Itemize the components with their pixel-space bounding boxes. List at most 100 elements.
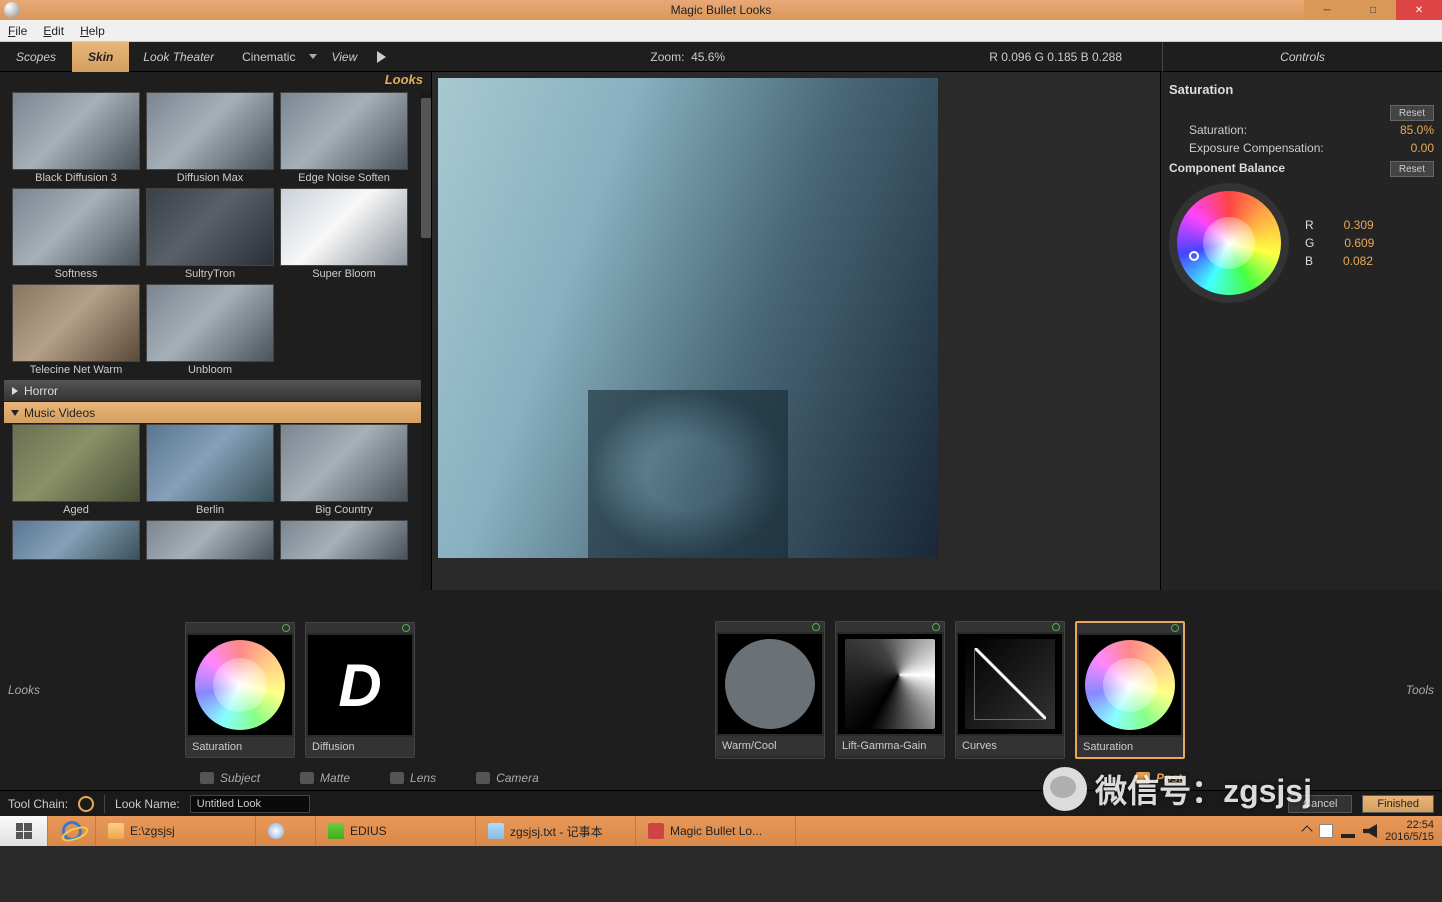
- taskbar-browser[interactable]: [256, 816, 316, 846]
- edius-icon: [328, 823, 344, 839]
- taskbar-clock[interactable]: 22:54 2016/5/15: [1385, 819, 1434, 843]
- look-item[interactable]: Telecine Net Warm: [12, 284, 140, 378]
- lookname-label: Look Name:: [115, 797, 180, 811]
- color-wheel-marker[interactable]: [1189, 251, 1199, 261]
- power-icon[interactable]: [1052, 623, 1060, 631]
- chevron-right-icon: [12, 387, 18, 395]
- lens-icon: [390, 772, 404, 784]
- stage-lens[interactable]: Lens: [390, 771, 436, 785]
- look-item[interactable]: [146, 520, 274, 560]
- power-icon[interactable]: [812, 623, 820, 631]
- maximize-button[interactable]: □: [1350, 0, 1396, 20]
- look-item[interactable]: Big Country: [280, 424, 408, 518]
- chain-item-diffusion[interactable]: D Diffusion: [305, 622, 415, 758]
- stage-post[interactable]: Post: [1136, 771, 1182, 785]
- look-item[interactable]: [280, 520, 408, 560]
- window-title: Magic Bullet Looks: [671, 3, 772, 17]
- color-wheel[interactable]: [1169, 183, 1289, 303]
- saturation-value[interactable]: 85.0%: [1384, 123, 1434, 137]
- exposure-value[interactable]: 0.00: [1384, 141, 1434, 155]
- look-item[interactable]: Edge Noise Soften: [280, 92, 408, 186]
- category-horror[interactable]: Horror: [4, 380, 427, 401]
- category-dropdown[interactable]: Cinematic: [228, 50, 309, 64]
- saturation-label: Saturation:: [1189, 123, 1247, 137]
- balance-rgb-readout: R0.309 G0.609 B0.082: [1305, 183, 1374, 303]
- menu-help[interactable]: Help: [80, 24, 105, 38]
- stage-bar: Subject Matte Lens Camera Post: [0, 766, 1442, 790]
- lookname-input[interactable]: [190, 795, 310, 813]
- window-buttons: ─ □ ✕: [1304, 0, 1442, 20]
- view-label[interactable]: View: [317, 50, 371, 64]
- menubar: File Edit Help: [0, 20, 1442, 42]
- power-icon[interactable]: [932, 623, 940, 631]
- tool-chain: Looks Tools Saturation D Diffusion Warm/…: [0, 590, 1442, 790]
- stage-matte[interactable]: Matte: [300, 771, 350, 785]
- zoom-readout: Zoom: 45.6%: [650, 50, 725, 64]
- taskbar: E:\zgsjsj EDIUS zgsjsj.txt - 记事本 Magic B…: [0, 816, 1442, 846]
- controls-header: Controls: [1162, 42, 1442, 72]
- control-title: Saturation: [1169, 78, 1434, 105]
- tab-scopes[interactable]: Scopes: [0, 42, 72, 72]
- look-item[interactable]: SultryTron: [146, 188, 274, 282]
- chain-item-saturation[interactable]: Saturation: [185, 622, 295, 758]
- toolchain-power-icon[interactable]: [78, 796, 94, 812]
- looks-panel: Looks Black Diffusion 3 Diffusion Max Ed…: [0, 72, 432, 590]
- rgb-readout: R 0.096 G 0.185 B 0.288: [989, 50, 1162, 64]
- look-theater-label[interactable]: Look Theater: [129, 50, 228, 64]
- reset-balance-button[interactable]: Reset: [1390, 161, 1434, 177]
- tray-network-icon[interactable]: [1341, 824, 1355, 838]
- look-item[interactable]: [12, 520, 140, 560]
- taskbar-ie[interactable]: [48, 816, 96, 846]
- close-button[interactable]: ✕: [1396, 0, 1442, 20]
- tray-flag-icon[interactable]: [1319, 824, 1333, 838]
- chain-item-curves[interactable]: Curves: [955, 621, 1065, 759]
- main-area: Looks Black Diffusion 3 Diffusion Max Ed…: [0, 72, 1442, 590]
- bottombar: Tool Chain: Look Name: Cancel Finished: [0, 790, 1442, 816]
- menu-file[interactable]: File: [8, 24, 27, 38]
- stage-camera[interactable]: Camera: [476, 771, 539, 785]
- toolchain-label: Tool Chain:: [8, 797, 68, 811]
- tools-side-label[interactable]: Tools: [1406, 683, 1434, 697]
- preview-viewport[interactable]: [432, 72, 1160, 590]
- menu-edit[interactable]: Edit: [43, 24, 64, 38]
- taskbar-edius[interactable]: EDIUS: [316, 816, 476, 846]
- chain-item-lift-gamma-gain[interactable]: Lift-Gamma-Gain: [835, 621, 945, 759]
- finished-button[interactable]: Finished: [1362, 795, 1434, 813]
- look-item[interactable]: Aged: [12, 424, 140, 518]
- toolbar: Scopes Skin Look Theater Cinematic View …: [0, 42, 1442, 72]
- look-item[interactable]: Softness: [12, 188, 140, 282]
- look-item[interactable]: Berlin: [146, 424, 274, 518]
- look-item[interactable]: Super Bloom: [280, 188, 408, 282]
- tab-skin[interactable]: Skin: [72, 42, 129, 72]
- taskbar-notepad[interactable]: zgsjsj.txt - 记事本: [476, 816, 636, 846]
- system-tray[interactable]: 22:54 2016/5/15: [1303, 819, 1442, 843]
- tray-chevron-icon[interactable]: [1301, 825, 1312, 836]
- play-icon[interactable]: [377, 51, 386, 63]
- start-button[interactable]: [0, 816, 48, 846]
- tray-sound-icon[interactable]: [1363, 824, 1377, 838]
- look-item[interactable]: Unbloom: [146, 284, 274, 378]
- power-icon[interactable]: [282, 624, 290, 632]
- taskbar-mbl[interactable]: Magic Bullet Lo...: [636, 816, 796, 846]
- looks-scrollbar[interactable]: [421, 92, 431, 590]
- dropdown-arrow-icon[interactable]: [309, 54, 317, 59]
- minimize-button[interactable]: ─: [1304, 0, 1350, 20]
- notepad-icon: [488, 823, 504, 839]
- stage-subject[interactable]: Subject: [200, 771, 260, 785]
- power-icon[interactable]: [402, 624, 410, 632]
- chevron-down-icon: [11, 410, 19, 416]
- preview-image: [438, 78, 938, 558]
- taskbar-explorer[interactable]: E:\zgsjsj: [96, 816, 256, 846]
- reset-button[interactable]: Reset: [1390, 105, 1434, 121]
- power-icon[interactable]: [1171, 624, 1179, 632]
- matte-icon: [300, 772, 314, 784]
- look-item[interactable]: Black Diffusion 3: [12, 92, 140, 186]
- category-music-videos[interactable]: Music Videos: [4, 402, 427, 423]
- mbl-icon: [648, 823, 664, 839]
- looks-side-label[interactable]: Looks: [8, 683, 40, 697]
- chain-item-warm-cool[interactable]: Warm/Cool: [715, 621, 825, 759]
- folder-icon: [108, 823, 124, 839]
- look-item[interactable]: Diffusion Max: [146, 92, 274, 186]
- chain-item-saturation-post[interactable]: Saturation: [1075, 621, 1185, 759]
- cancel-button[interactable]: Cancel: [1288, 795, 1352, 813]
